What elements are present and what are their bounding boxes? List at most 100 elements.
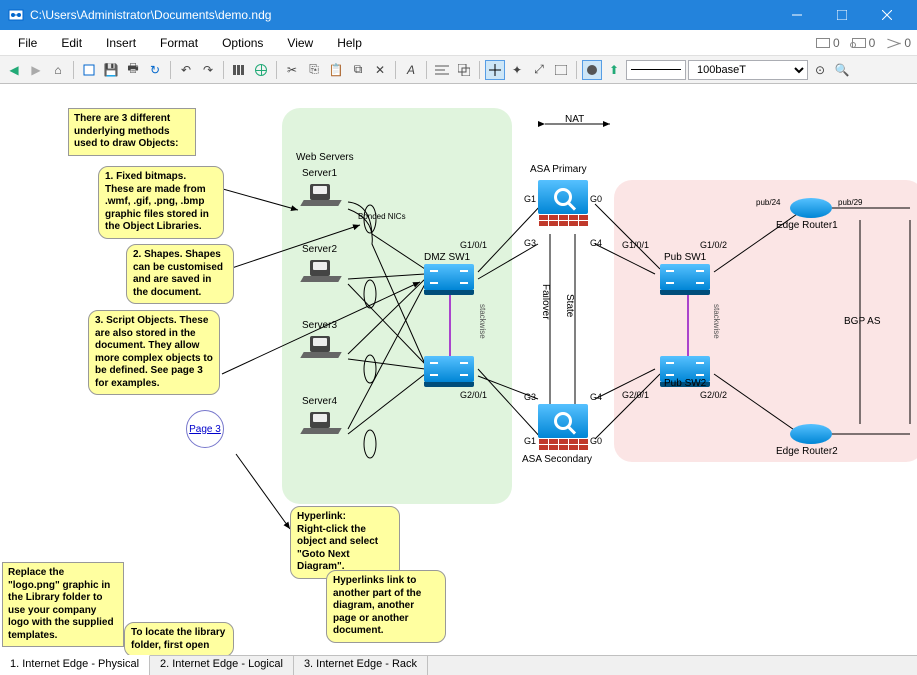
rect-count: 0 bbox=[833, 36, 840, 50]
duplicate-button[interactable]: ⧉ bbox=[348, 60, 368, 80]
failover-label: Failover bbox=[540, 284, 551, 320]
nat-label: NAT bbox=[565, 114, 584, 125]
node-count: 0 bbox=[869, 36, 876, 50]
asa2-g4: G4 bbox=[590, 392, 602, 402]
dmz1-label: DMZ SW1 bbox=[424, 252, 470, 263]
scale-tool[interactable]: ⤢ bbox=[529, 60, 549, 80]
pub-g101: G1/0/1 bbox=[622, 240, 649, 250]
line-style-picker[interactable] bbox=[626, 60, 686, 80]
bonded-label: Bonded NICs bbox=[358, 212, 406, 221]
text-tool[interactable]: A bbox=[401, 60, 421, 80]
canvas[interactable]: Web Servers Server1 Server2 Server3 Serv… bbox=[0, 84, 917, 655]
copy-button[interactable]: ⎘ bbox=[304, 60, 324, 80]
note-scripts: 3. Script Objects. These are also stored… bbox=[88, 310, 220, 395]
menu-insert[interactable]: Insert bbox=[94, 33, 148, 53]
select-tool[interactable] bbox=[485, 60, 505, 80]
zoom-tool[interactable]: 🔍 bbox=[832, 60, 852, 80]
server3-label: Server3 bbox=[302, 320, 337, 331]
group-button[interactable] bbox=[454, 60, 474, 80]
state-label: State bbox=[564, 294, 575, 317]
menu-options[interactable]: Options bbox=[210, 33, 275, 53]
pub-g102: G1/0/2 bbox=[700, 240, 727, 250]
asa1-g0: G0 bbox=[590, 194, 602, 204]
node-tool[interactable]: ✦ bbox=[507, 60, 527, 80]
link-tool[interactable]: ⬆ bbox=[604, 60, 624, 80]
page3-link[interactable]: Page 3 bbox=[186, 410, 224, 448]
tab-physical[interactable]: 1. Internet Edge - Physical bbox=[0, 655, 150, 675]
grid-tool[interactable] bbox=[582, 60, 602, 80]
toolbar: ◀ ▶ ⌂ 💾 🖶 ↻ ↶ ↷ ✂ ⎘ 📋 ⧉ ✕ A ✦ ⤢ ⬆ 100bas… bbox=[0, 56, 917, 84]
edge-router1-icon[interactable] bbox=[790, 198, 832, 218]
zoom-reset-button[interactable]: ⊙ bbox=[810, 60, 830, 80]
asa-secondary-icon[interactable] bbox=[538, 404, 588, 450]
menu-view[interactable]: View bbox=[275, 33, 325, 53]
close-button[interactable] bbox=[864, 0, 909, 30]
note-locate: To locate the library folder, first open bbox=[124, 622, 234, 655]
server1-label: Server1 bbox=[302, 168, 337, 179]
titlebar: C:\Users\Administrator\Documents\demo.nd… bbox=[0, 0, 917, 30]
dmz-sw1-icon[interactable] bbox=[424, 264, 474, 290]
pub1-label: Pub SW1 bbox=[664, 252, 706, 263]
pub-g202: G2/0/2 bbox=[700, 390, 727, 400]
asa1-g3: G3 bbox=[524, 238, 536, 248]
web-servers-label: Web Servers bbox=[296, 152, 354, 163]
er1-label: Edge Router1 bbox=[776, 220, 838, 231]
pub24-label: pub/24 bbox=[756, 198, 780, 207]
maximize-button[interactable] bbox=[819, 0, 864, 30]
rect-count-icon bbox=[816, 38, 830, 48]
asa2-g1: G1 bbox=[524, 436, 536, 446]
dmz-sw2-icon[interactable] bbox=[424, 356, 474, 382]
rect-tool[interactable] bbox=[551, 60, 571, 80]
menubar: File Edit Insert Format Options View Hel… bbox=[0, 30, 917, 56]
edge-router2-icon[interactable] bbox=[790, 424, 832, 444]
undo-button[interactable]: ↶ bbox=[176, 60, 196, 80]
redo-button[interactable]: ↷ bbox=[198, 60, 218, 80]
new-button[interactable] bbox=[79, 60, 99, 80]
globe-button[interactable] bbox=[251, 60, 271, 80]
bgp-label: BGP AS bbox=[844, 316, 881, 327]
server3-icon[interactable] bbox=[302, 334, 340, 368]
cut-button[interactable]: ✂ bbox=[282, 60, 302, 80]
server4-icon[interactable] bbox=[302, 410, 340, 444]
menu-help[interactable]: Help bbox=[325, 33, 374, 53]
node-count-icon bbox=[852, 38, 866, 48]
server1-icon[interactable] bbox=[302, 182, 340, 216]
er2-label: Edge Router2 bbox=[776, 446, 838, 457]
pub2-label: Pub SW2 bbox=[664, 378, 706, 389]
note-hyperlink: Hyperlink: Right-click the object and se… bbox=[290, 506, 400, 579]
home-button[interactable]: ⌂ bbox=[48, 60, 68, 80]
server4-label: Server4 bbox=[302, 396, 337, 407]
asa1-g4: G4 bbox=[590, 238, 602, 248]
asa-primary-icon[interactable] bbox=[538, 180, 588, 226]
server2-label: Server2 bbox=[302, 244, 337, 255]
note-shapes: 2. Shapes. Shapes can be customised and … bbox=[126, 244, 234, 304]
pub-sw1-icon[interactable] bbox=[660, 264, 710, 290]
status-counters: 0 0 0 bbox=[816, 36, 911, 50]
menu-format[interactable]: Format bbox=[148, 33, 210, 53]
link-type-select[interactable]: 100baseT bbox=[688, 60, 808, 80]
back-button[interactable]: ◀ bbox=[4, 60, 24, 80]
forward-button[interactable]: ▶ bbox=[26, 60, 46, 80]
asa2-label: ASA Secondary bbox=[522, 454, 592, 465]
save-button[interactable]: 💾 bbox=[101, 60, 121, 80]
note-methods: There are 3 different underlying methods… bbox=[68, 108, 196, 156]
note-bitmaps: 1. Fixed bitmaps. These are made from .w… bbox=[98, 166, 224, 239]
paste-button[interactable]: 📋 bbox=[326, 60, 346, 80]
stackwise-dmz: stackwise bbox=[478, 304, 487, 339]
library-button[interactable] bbox=[229, 60, 249, 80]
print-button[interactable]: 🖶 bbox=[123, 60, 143, 80]
menu-file[interactable]: File bbox=[6, 33, 49, 53]
server2-icon[interactable] bbox=[302, 258, 340, 292]
minimize-button[interactable] bbox=[774, 0, 819, 30]
tab-logical[interactable]: 2. Internet Edge - Logical bbox=[150, 656, 294, 675]
asa1-g1: G1 bbox=[524, 194, 536, 204]
menu-edit[interactable]: Edit bbox=[49, 33, 94, 53]
dmz-g101: G1/0/1 bbox=[460, 240, 487, 250]
delete-button[interactable]: ✕ bbox=[370, 60, 390, 80]
page-tabs: 1. Internet Edge - Physical 2. Internet … bbox=[0, 655, 917, 675]
note-hyperlinks-to: Hyperlinks link to another part of the d… bbox=[326, 570, 446, 643]
refresh-button[interactable]: ↻ bbox=[145, 60, 165, 80]
align-button[interactable] bbox=[432, 60, 452, 80]
note-logo: Replace the "logo.png" graphic in the Li… bbox=[2, 562, 124, 647]
tab-rack[interactable]: 3. Internet Edge - Rack bbox=[294, 656, 428, 675]
